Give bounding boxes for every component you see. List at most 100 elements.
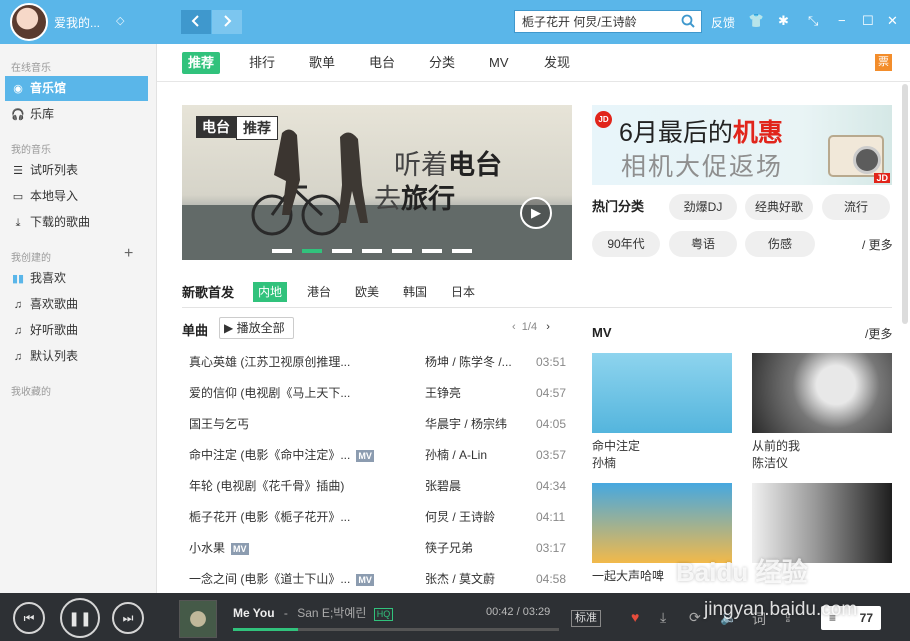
region-korea[interactable]: 韩国	[403, 282, 427, 302]
song-title[interactable]: 年轮 (电视剧《花千骨》插曲)	[189, 474, 344, 498]
jd-camera-ad[interactable]: JD 6月最后的机惠 相机大促返场 JD	[592, 105, 892, 185]
carousel-dot[interactable]	[392, 249, 412, 253]
chip-sad[interactable]: 伤感	[745, 231, 815, 257]
forward-button[interactable]	[212, 10, 242, 34]
sidebar-item-default-list[interactable]: ♫ 默认列表	[5, 344, 148, 369]
album-cover[interactable]	[179, 600, 217, 638]
diamond-icon[interactable]: ◇	[116, 14, 124, 27]
radio-banner[interactable]: 电台 推荐 听着电台 去旅行 ▶	[182, 105, 572, 260]
tab-discover[interactable]: 发现	[544, 52, 570, 74]
region-western[interactable]: 欧美	[355, 282, 379, 302]
mv-card[interactable]	[752, 483, 892, 563]
hot-more-link[interactable]: / 更多	[862, 236, 893, 253]
sidebar-item-local-import[interactable]: ▭ 本地导入	[5, 184, 148, 209]
sidebar-item-music-hall[interactable]: ◉ 音乐馆	[5, 76, 148, 101]
song-artist[interactable]: 华晨宇 / 杨宗纬	[425, 412, 507, 436]
carousel-dot[interactable]	[302, 249, 322, 253]
table-row[interactable]: 小水果 MV 筷子兄弟 03:17	[182, 536, 572, 567]
download-icon[interactable]: ⤓	[660, 609, 666, 626]
mv-thumbnail[interactable]	[752, 353, 892, 433]
region-hk-tw[interactable]: 港台	[307, 282, 331, 302]
mv-thumbnail[interactable]	[592, 353, 732, 433]
chip-dj[interactable]: 劲爆DJ	[669, 194, 737, 220]
tab-charts[interactable]: 排行	[249, 52, 275, 74]
song-artist[interactable]: 筷子兄弟	[425, 536, 473, 560]
song-artist[interactable]: 杨坤 / 陈学冬 /...	[425, 350, 512, 374]
song-artist[interactable]: 张杰 / 莫文蔚	[425, 567, 495, 591]
maximize-icon[interactable]: ☐	[862, 13, 874, 29]
mv-badge[interactable]: MV	[231, 542, 249, 555]
prev-page-icon[interactable]: ‹	[512, 321, 516, 333]
carousel-dot[interactable]	[452, 249, 472, 253]
mv-badge[interactable]: MV	[356, 573, 374, 586]
song-title[interactable]: 爱的信仰 (电视剧《马上天下...	[189, 381, 350, 405]
sidebar-item-preview-list[interactable]: ☰ 试听列表	[5, 158, 148, 183]
sidebar-item-good-songs[interactable]: ♫ 好听歌曲	[5, 318, 148, 343]
song-artist[interactable]: 孙楠 / A-Lin	[425, 443, 487, 467]
quality-selector[interactable]: 标准	[571, 610, 601, 627]
sidebar-item-downloads[interactable]: ⤓ 下载的歌曲	[5, 210, 148, 235]
carousel-dot[interactable]	[422, 249, 442, 253]
carousel-dot[interactable]	[332, 249, 352, 253]
table-row[interactable]: 国王与乞丐 华晨宇 / 杨宗纬 04:05	[182, 412, 572, 443]
mv-card-artist[interactable]: 陈洁仪	[752, 455, 892, 472]
mv-card-title[interactable]: 命中注定	[592, 438, 732, 455]
back-button[interactable]	[181, 10, 211, 34]
previous-button[interactable]: ⏮	[13, 602, 45, 634]
pause-button[interactable]: ❚❚	[60, 598, 100, 638]
region-mainland[interactable]: 内地	[253, 282, 288, 302]
tab-radio[interactable]: 电台	[369, 52, 395, 74]
table-row[interactable]: 命中注定 (电影《命中注定》... MV 孙楠 / A-Lin 03:57	[182, 443, 572, 474]
heart-icon[interactable]: ♥	[631, 609, 639, 625]
mv-card[interactable]: 命中注定 孙楠	[592, 353, 732, 472]
progress-bar[interactable]	[233, 628, 559, 631]
table-row[interactable]: 栀子花开 (电影《栀子花开》... 何炅 / 王诗龄 04:11	[182, 505, 572, 536]
sidebar-item-favorites[interactable]: ▮▮ 我喜欢	[5, 266, 148, 291]
carousel-dot[interactable]	[272, 249, 292, 253]
scrollbar[interactable]	[902, 84, 908, 324]
skin-icon[interactable]: 👕	[748, 13, 764, 29]
search-box[interactable]	[514, 10, 702, 33]
tab-categories[interactable]: 分类	[429, 52, 455, 74]
minimize-icon[interactable]: −	[838, 13, 846, 28]
tab-recommend[interactable]: 推荐	[182, 52, 221, 74]
chip-cantonese[interactable]: 粤语	[669, 231, 737, 257]
tab-mv[interactable]: MV	[489, 52, 509, 74]
now-playing[interactable]: Me You - San E;박예린 HQ	[233, 604, 394, 621]
song-title[interactable]: 栀子花开 (电影《栀子花开》...	[189, 505, 350, 529]
feedback-link[interactable]: 反馈	[711, 14, 735, 31]
chip-90s[interactable]: 90年代	[592, 231, 660, 257]
sidebar-item-liked-songs[interactable]: ♫ 喜欢歌曲	[5, 292, 148, 317]
next-page-icon[interactable]: ›	[546, 321, 550, 333]
mv-card-title[interactable]: 从前的我	[752, 438, 892, 455]
song-title[interactable]: 命中注定 (电影《命中注定》... MV	[189, 443, 374, 467]
play-all-button[interactable]: ▶ 播放全部	[219, 317, 294, 339]
sidebar-item-library[interactable]: 🎧 乐库	[5, 102, 148, 127]
mv-card-artist[interactable]: 孙楠	[592, 455, 732, 472]
username[interactable]: 爱我的...	[54, 14, 100, 31]
song-title[interactable]: 真心英雄 (江苏卫视原创推理...	[189, 350, 350, 374]
mv-thumbnail[interactable]	[752, 483, 892, 563]
banner-play-button[interactable]: ▶	[520, 197, 552, 229]
song-title[interactable]: 国王与乞丐	[189, 412, 249, 436]
song-title[interactable]: 小水果 MV	[189, 536, 249, 560]
carousel-dot[interactable]	[362, 249, 382, 253]
tab-playlists[interactable]: 歌单	[309, 52, 335, 74]
mv-more-link[interactable]: /更多	[865, 325, 892, 342]
add-playlist-button[interactable]: +	[124, 245, 133, 263]
chip-pop[interactable]: 流行	[822, 194, 890, 220]
next-button[interactable]: ⏭	[112, 602, 144, 634]
avatar[interactable]	[10, 3, 48, 41]
loop-icon[interactable]: ⟳	[689, 609, 701, 626]
table-row[interactable]: 年轮 (电视剧《花千骨》插曲) 张碧晨 04:34	[182, 474, 572, 505]
close-icon[interactable]: ✕	[887, 13, 898, 29]
song-artist[interactable]: 张碧晨	[425, 474, 461, 498]
search-input[interactable]	[515, 11, 675, 32]
song-artist[interactable]: 何炅 / 王诗龄	[425, 505, 495, 529]
gear-icon[interactable]: ✱	[778, 13, 789, 29]
mv-card[interactable]: 从前的我 陈洁仪	[752, 353, 892, 472]
table-row[interactable]: 爱的信仰 (电视剧《马上天下... 王铮亮 04:57	[182, 381, 572, 412]
chip-classics[interactable]: 经典好歌	[745, 194, 813, 220]
table-row[interactable]: 真心英雄 (江苏卫视原创推理... 杨坤 / 陈学冬 /... 03:51	[182, 350, 572, 381]
ticket-button[interactable]: 票	[875, 54, 892, 71]
